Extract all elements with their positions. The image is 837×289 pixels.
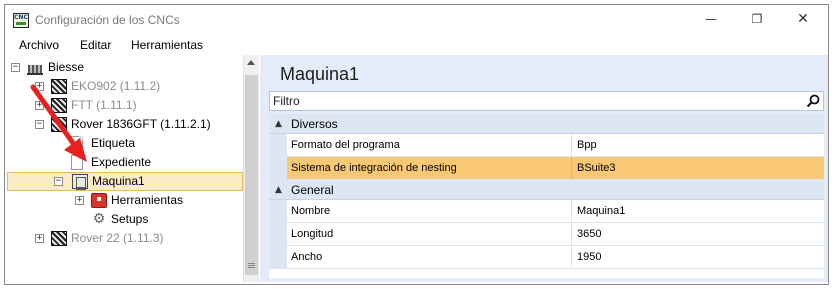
- machine-config-icon: [72, 174, 88, 190]
- search-icon[interactable]: [806, 94, 820, 108]
- property-value[interactable]: 1950: [577, 251, 601, 263]
- machine-icon: [51, 231, 67, 246]
- window-title: Configuración de los CNCs: [35, 13, 180, 27]
- tree-node-eko902[interactable]: + EKO902 (1.11.2): [35, 77, 235, 96]
- property-row-selected[interactable]: Sistema de integración de nesting BSuite…: [269, 157, 824, 180]
- collapse-toggle[interactable]: −: [11, 63, 20, 72]
- property-value[interactable]: BSuite3: [577, 162, 616, 174]
- tree-node-label: Maquina1: [92, 174, 145, 188]
- tree-node-label: Rover 1836GFT (1.11.2.1): [71, 117, 211, 131]
- grip-icon: [248, 263, 255, 268]
- tree-node-maquina1[interactable]: − Maquina1: [7, 172, 243, 191]
- scroll-thumb[interactable]: [245, 75, 258, 275]
- tree-scrollbar[interactable]: [243, 55, 259, 282]
- gear-icon: ⚙: [92, 211, 106, 227]
- machine-icon: [51, 117, 67, 132]
- cnc-tree: − Biesse + EKO902 (1.11.2) + FTT (1.11.1…: [5, 55, 243, 282]
- scroll-up-icon[interactable]: [247, 60, 255, 65]
- property-name: Formato del programa: [291, 139, 400, 151]
- app-icon-text: CNC: [14, 14, 28, 21]
- category-label: General: [291, 183, 334, 197]
- label-icon: [71, 136, 83, 151]
- filter-box[interactable]: [269, 91, 824, 111]
- tree-node-setups[interactable]: ⚙ Setups: [91, 210, 181, 229]
- property-value[interactable]: Bpp: [577, 139, 597, 151]
- collapse-toggle[interactable]: −: [35, 120, 44, 129]
- property-value[interactable]: 3650: [577, 228, 601, 240]
- collapse-caret-icon[interactable]: ▲: [275, 119, 282, 129]
- property-row[interactable]: Longitud 3650: [269, 223, 824, 246]
- factory-icon: [27, 60, 43, 75]
- collapse-toggle[interactable]: −: [54, 177, 63, 186]
- property-row[interactable]: Formato del programa Bpp: [269, 134, 824, 157]
- machine-icon: [51, 98, 67, 113]
- close-button[interactable]: ✕: [780, 5, 826, 35]
- maximize-button[interactable]: ❐: [734, 5, 780, 35]
- tree-node-label: Etiqueta: [91, 136, 136, 150]
- tree-node-label: Expediente: [91, 155, 152, 169]
- filter-input[interactable]: [273, 93, 793, 109]
- tree-node-etiqueta[interactable]: Etiqueta: [71, 134, 191, 153]
- expand-toggle[interactable]: +: [35, 101, 44, 110]
- menu-editar[interactable]: Editar: [80, 38, 111, 52]
- tree-node-rover-1836gft[interactable]: − Rover 1836GFT (1.11.2.1): [35, 115, 240, 134]
- property-grid: ▲ Diversos Formato del programa Bpp Sist…: [269, 114, 824, 278]
- tree-node-biesse[interactable]: − Biesse: [11, 58, 231, 77]
- tree-node-label: Biesse: [48, 60, 85, 74]
- document-icon: [71, 155, 83, 170]
- property-value[interactable]: Maquina1: [577, 205, 625, 217]
- category-diversos[interactable]: ▲ Diversos: [269, 114, 824, 134]
- property-row[interactable]: Nombre Maquina1: [269, 200, 824, 223]
- menu-bar: Archivo Editar Herramientas: [5, 35, 828, 55]
- tree-node-expediente[interactable]: Expediente: [71, 153, 191, 172]
- tree-node-herramientas[interactable]: + Herramientas: [75, 191, 215, 210]
- expand-toggle[interactable]: +: [75, 196, 84, 205]
- page-title: Maquina1: [280, 64, 360, 84]
- property-name: Nombre: [291, 205, 331, 217]
- collapse-caret-icon[interactable]: ▲: [275, 185, 282, 195]
- config-window: CNC Configuración de los CNCs — ❐ ✕ Arch…: [4, 4, 829, 285]
- app-icon: CNC: [13, 13, 29, 28]
- category-label: Diversos: [291, 117, 338, 131]
- tree-node-label: Herramientas: [111, 193, 184, 207]
- toolbox-icon: [91, 193, 107, 208]
- property-name: Sistema de integración de nesting: [291, 162, 457, 174]
- title-bar: CNC Configuración de los CNCs — ❐ ✕: [5, 5, 828, 35]
- menu-herramientas[interactable]: Herramientas: [131, 38, 203, 52]
- tree-node-label: Rover 22 (1.11.3): [71, 231, 164, 245]
- expand-toggle[interactable]: +: [35, 82, 44, 91]
- property-row[interactable]: Ancho 1950: [269, 246, 824, 269]
- property-name: Ancho: [291, 251, 323, 263]
- menu-archivo[interactable]: Archivo: [19, 38, 59, 52]
- minimize-button[interactable]: —: [688, 5, 734, 35]
- tree-node-ftt[interactable]: + FTT (1.11.1): [35, 96, 235, 115]
- category-general[interactable]: ▲ General: [269, 180, 824, 200]
- tree-node-rover-22[interactable]: + Rover 22 (1.11.3): [35, 229, 215, 248]
- properties-panel: Maquina1 ▲ Diversos Formato del programa…: [260, 55, 828, 282]
- tree-node-label: EKO902 (1.11.2): [71, 79, 161, 93]
- machine-icon: [51, 79, 67, 94]
- tree-node-label: Setups: [111, 212, 149, 226]
- expand-toggle[interactable]: +: [35, 234, 44, 243]
- property-name: Longitud: [291, 228, 334, 240]
- tree-node-label: FTT (1.11.1): [71, 98, 137, 112]
